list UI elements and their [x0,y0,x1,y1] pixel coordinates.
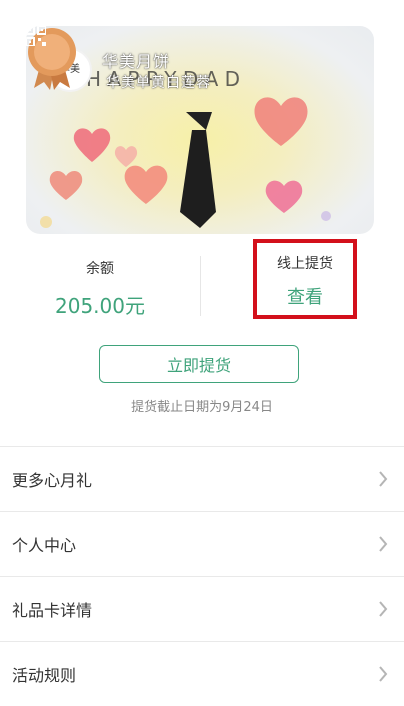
menu-item-rules[interactable]: 活动规则 [0,641,404,706]
brand-name: 华美月饼 [102,52,171,71]
view-pickup-link[interactable]: 查看 [257,283,353,309]
chevron-right-icon [379,536,388,552]
heart-shape [124,165,168,204]
product-name: 华美单黄白莲蓉 [106,75,211,91]
chevron-right-icon [379,666,388,682]
heart-shape [49,171,83,200]
menu-item-more-gifts[interactable]: 更多心月礼 [0,446,404,511]
menu-item-label: 礼品卡详情 [12,601,93,620]
menu-item-personal-center[interactable]: 个人中心 [0,511,404,576]
heart-shape [265,180,303,213]
pickup-deadline: 提货截止日期为9月24日 [131,400,273,415]
card-stats: 余额 205.00元 线上提货 查看 [0,239,404,338]
online-pickup-section[interactable]: 线上提货 查看 [253,239,357,319]
gift-card[interactable]: H A P P Y D A D 华美 华美月饼 华美单黄白莲蓉 [26,26,374,234]
decor-dot [40,216,52,228]
menu-list: 更多心月礼 个人中心 礼品卡详情 活动规则 [0,446,404,706]
heart-shape [114,146,138,167]
balance-value: 205.00元 [55,294,145,318]
menu-item-label: 更多心月礼 [12,471,93,490]
chevron-right-icon [379,471,388,487]
tie-shape [180,130,216,228]
tie-knot [186,112,212,130]
decor-dot [321,211,331,221]
menu-item-label: 个人中心 [12,536,77,555]
balance-label: 余额 [86,261,114,277]
heart-shape [73,128,111,162]
heart-shape [254,97,308,146]
balance-section: 余额 205.00元 [0,248,200,319]
chevron-right-icon [379,601,388,617]
pickup-now-button[interactable]: 立即提货 [99,345,299,383]
qr-code-icon[interactable] [26,26,46,46]
online-pickup-label: 线上提货 [277,256,333,272]
menu-item-label: 活动规则 [12,666,77,685]
stats-divider [200,256,201,316]
menu-item-gift-card-details[interactable]: 礼品卡详情 [0,576,404,641]
